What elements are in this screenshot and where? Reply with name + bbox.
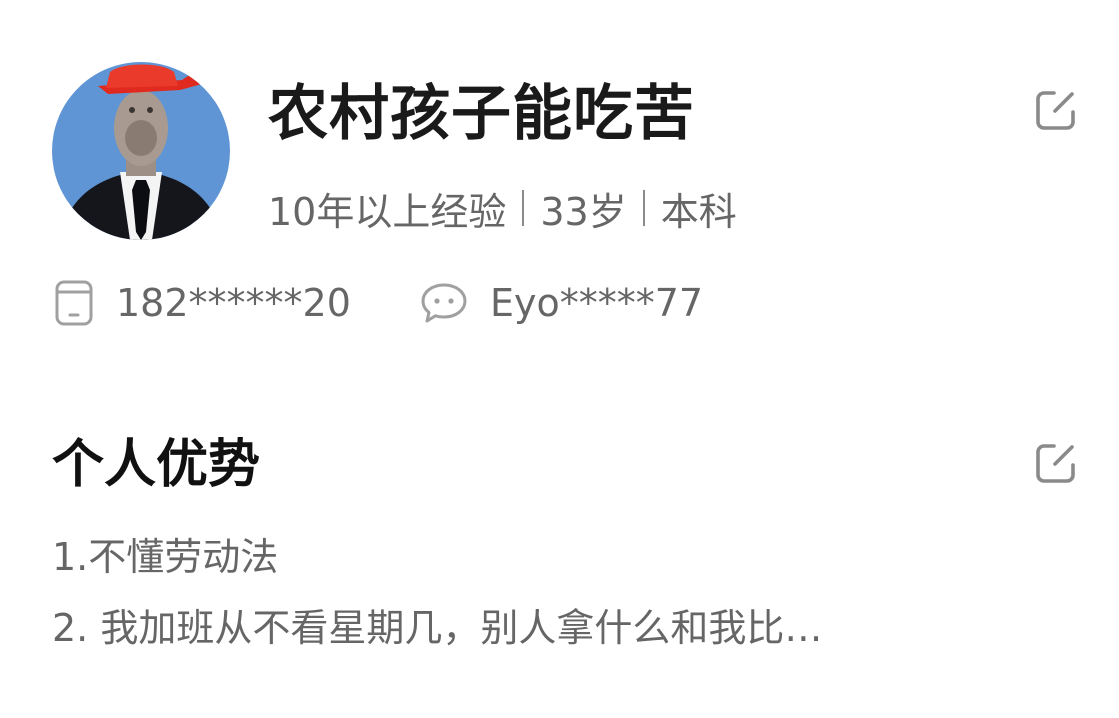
chat-bubble-icon — [420, 281, 468, 325]
advantage-line: 2. 我加班从不看星期几，别人拿什么和我比… — [52, 606, 823, 650]
edit-profile-button[interactable] — [1034, 88, 1078, 132]
age-text: 33岁 — [540, 189, 627, 234]
phone-number: 182******20 — [116, 281, 351, 325]
candidate-meta: 10年以上经验 33岁 本科 — [268, 182, 737, 234]
edit-icon — [1036, 444, 1075, 483]
section-title-advantages: 个人优势 — [52, 435, 261, 495]
advantage-line: 1.不懂劳动法 — [52, 535, 279, 579]
candidate-name: 农村孩子能吃苦 — [268, 79, 695, 149]
avatar — [52, 62, 230, 240]
experience-text: 10年以上经验 — [268, 189, 507, 234]
meta-divider — [642, 190, 645, 226]
education-text: 本科 — [660, 189, 737, 234]
edit-advantages-button[interactable] — [1034, 441, 1078, 485]
meta-divider — [522, 190, 525, 226]
wechat-id: Eyo*****77 — [490, 281, 704, 325]
phone-icon — [54, 279, 94, 327]
wechat-contact[interactable]: Eyo*****77 — [420, 276, 703, 330]
phone-contact[interactable]: 182******20 — [54, 276, 351, 330]
resume-profile-card: 农村孩子能吃苦 10年以上经验 33岁 本科 182******20 Eyo**… — [0, 0, 1119, 718]
edit-icon — [1036, 91, 1075, 130]
